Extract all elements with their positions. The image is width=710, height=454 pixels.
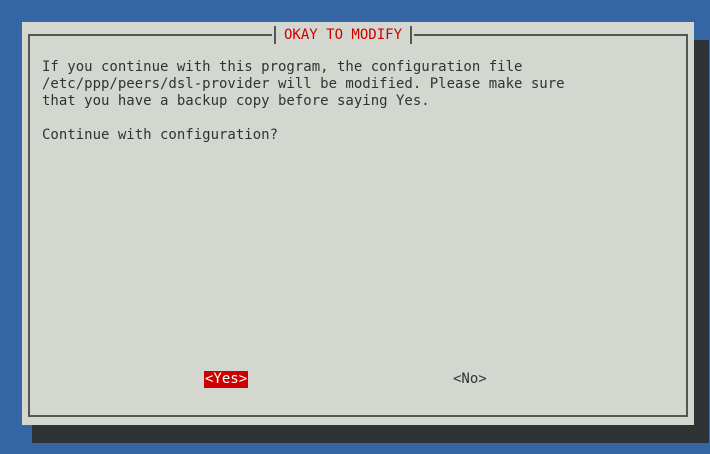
dialog-title-bar: OKAY TO MODIFY: [272, 24, 415, 46]
yes-button[interactable]: <Yes>: [204, 371, 249, 388]
no-button[interactable]: <No>: [452, 371, 488, 388]
dialog-message: If you continue with this program, the c…: [42, 59, 565, 144]
message-line-3: that you have a backup copy before sayin…: [42, 93, 430, 109]
message-line-2: /etc/ppp/peers/dsl-provider will be modi…: [42, 76, 565, 92]
dialog-question: Continue with configuration?: [42, 127, 279, 143]
confirmation-dialog: OKAY TO MODIFY If you continue with this…: [22, 22, 694, 425]
title-right-tick: [410, 26, 413, 44]
message-line-1: If you continue with this program, the c…: [42, 59, 523, 75]
dialog-title: OKAY TO MODIFY: [284, 27, 403, 43]
